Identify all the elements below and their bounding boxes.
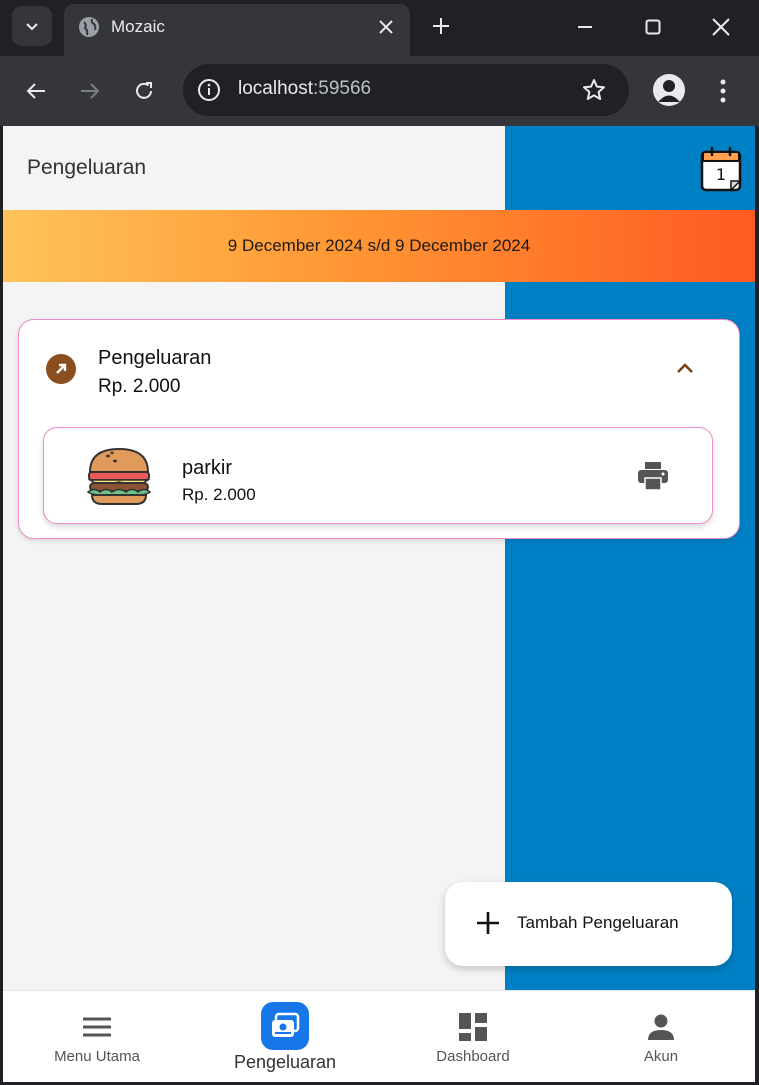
window-close-button[interactable] — [708, 14, 734, 40]
expense-item-amount: Rp. 2.000 — [182, 485, 256, 504]
url-host: localhost — [238, 78, 313, 99]
browser-toolbar: localhost:59566 — [0, 56, 759, 126]
window-minimize-button[interactable] — [572, 14, 598, 40]
calendar-day-number: 1 — [716, 165, 726, 184]
nav-label: Menu Utama — [54, 1048, 140, 1065]
tab-title: Mozaic — [111, 17, 165, 36]
person-icon — [645, 1011, 677, 1043]
url-text: localhost:59566 — [238, 78, 371, 100]
url-port: :59566 — [313, 78, 372, 99]
dashboard-icon — [457, 1011, 489, 1043]
globe-icon — [79, 17, 99, 37]
back-button[interactable] — [21, 76, 51, 106]
plus-icon — [475, 910, 501, 936]
wallet-icon — [261, 1002, 309, 1050]
expense-group-amount: Rp. 2.000 — [98, 376, 181, 397]
page-title: Pengeluaran — [27, 156, 147, 179]
forward-button[interactable] — [75, 76, 105, 106]
nav-label: Akun — [643, 1048, 679, 1065]
browser-tab[interactable]: Mozaic — [64, 4, 410, 56]
expense-group-title: Pengeluaran — [98, 347, 212, 369]
bookmark-button[interactable] — [580, 76, 608, 104]
address-bar[interactable]: localhost:59566 — [183, 64, 629, 116]
add-expense-button[interactable]: Tambah Pengeluaran — [445, 882, 732, 966]
arrow-left-icon — [26, 83, 45, 99]
nav-item-menu-utama[interactable]: Menu Utama — [3, 991, 191, 1082]
maximize-icon — [645, 19, 661, 35]
bottom-navigation: Menu Utama Pengeluaran Dashboard Akun — [3, 990, 755, 1082]
chevron-down-icon — [26, 23, 38, 31]
menu-icon — [81, 1011, 113, 1043]
print-button[interactable] — [636, 460, 670, 492]
profile-button[interactable] — [653, 74, 685, 106]
app-viewport: Pengeluaran 1 9 December 2024 s/d 9 Dece… — [3, 126, 755, 1082]
calendar-icon: 1 — [700, 146, 742, 192]
close-icon — [379, 20, 393, 34]
calendar-button[interactable]: 1 — [700, 146, 742, 192]
expense-item-name: parkir — [182, 457, 233, 479]
arrow-up-right-icon — [56, 363, 67, 374]
expense-group-card[interactable]: Pengeluaran Rp. 2.000 parkir Rp. 2.000 — [18, 319, 740, 539]
tab-search-button[interactable] — [12, 6, 52, 46]
date-range-banner[interactable]: 9 December 2024 s/d 9 December 2024 — [3, 210, 755, 282]
minimize-icon — [578, 26, 592, 28]
plus-icon — [433, 18, 449, 34]
person-icon — [658, 80, 680, 102]
browser-titlebar: Mozaic — [0, 0, 759, 56]
more-vert-icon — [720, 79, 726, 103]
chevron-up-icon — [677, 363, 693, 373]
add-expense-label: Tambah Pengeluaran — [517, 913, 679, 932]
info-icon — [198, 79, 220, 101]
date-range-text: 9 December 2024 s/d 9 December 2024 — [227, 236, 531, 255]
browser-menu-button[interactable] — [710, 76, 736, 106]
nav-item-akun[interactable]: Akun — [567, 991, 755, 1082]
print-icon — [638, 462, 668, 491]
nav-item-pengeluaran[interactable]: Pengeluaran — [191, 991, 379, 1082]
reload-button[interactable] — [129, 76, 159, 106]
new-tab-button[interactable] — [428, 13, 454, 39]
expense-category-icon — [46, 354, 76, 384]
nav-item-dashboard[interactable]: Dashboard — [379, 991, 567, 1082]
close-icon — [712, 18, 730, 36]
star-icon — [583, 79, 605, 100]
site-info-button[interactable] — [195, 76, 223, 104]
window-maximize-button[interactable] — [640, 14, 666, 40]
collapse-button[interactable] — [673, 356, 697, 380]
nav-label: Dashboard — [436, 1048, 510, 1065]
expense-item-card[interactable]: parkir Rp. 2.000 — [43, 427, 713, 524]
tab-close-button[interactable] — [375, 16, 397, 38]
reload-icon — [136, 82, 152, 99]
nav-label: Pengeluaran — [233, 1052, 337, 1072]
burger-icon — [86, 447, 152, 505]
arrow-right-icon — [81, 83, 100, 99]
